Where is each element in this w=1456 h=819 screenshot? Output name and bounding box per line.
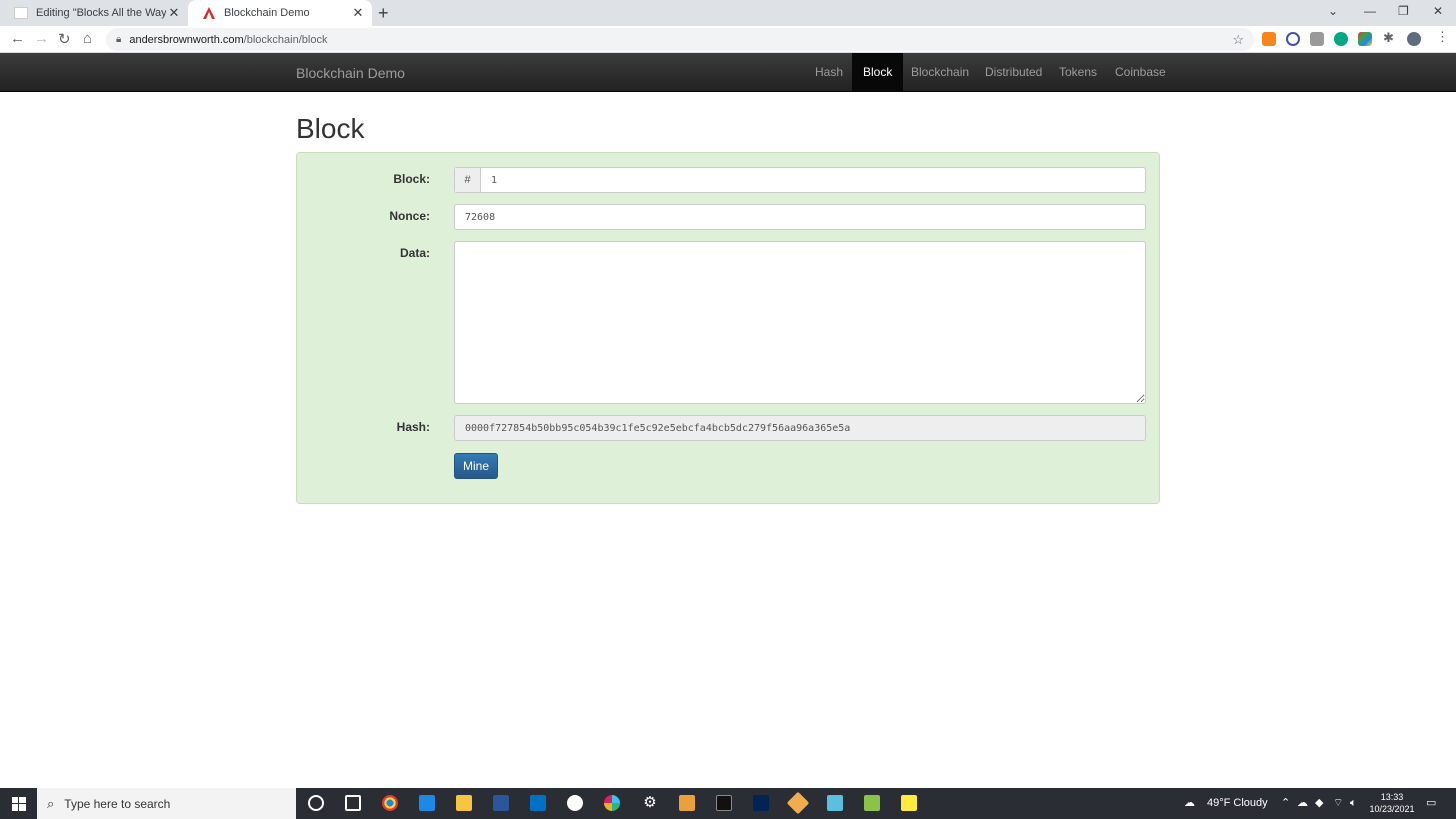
git-icon[interactable] — [786, 791, 810, 815]
app-icon[interactable] — [827, 795, 843, 811]
site-navbar: Blockchain Demo Hash Block Blockchain Di… — [0, 53, 1456, 92]
notifications-icon[interactable]: ▭ — [1426, 788, 1436, 819]
data-label: Data: — [399, 246, 430, 260]
home-icon[interactable]: ⌂ — [83, 30, 92, 47]
lock-icon[interactable]: 🔒︎ — [116, 34, 121, 45]
address-bar[interactable]: 🔒︎ andersbrownworth.com/blockchain/block… — [106, 28, 1254, 51]
sticky-notes-icon[interactable] — [901, 795, 917, 811]
windows-taskbar: ⌕ Type here to search ⚙ ☁ 49°F Cloudy ⌃ … — [0, 788, 1456, 819]
nav-block[interactable]: Block — [852, 53, 904, 91]
hash-value: 0000f727854b50bb95c054b39c1fe5c92e5ebcfa… — [465, 422, 851, 434]
kebab-menu-icon[interactable]: ⋮ — [1436, 29, 1450, 44]
powershell-icon[interactable] — [753, 795, 769, 811]
system-clock[interactable]: 13:33 10/23/2021 — [1366, 791, 1418, 815]
nonce-value: 72608 — [465, 211, 496, 223]
chevron-up-icon[interactable]: ⌃ — [1281, 788, 1290, 819]
browser-toolbar: ← → ↻ ⌂ 🔒︎ andersbrownworth.com/blockcha… — [0, 26, 1456, 53]
nav-hash[interactable]: Hash — [804, 53, 854, 91]
close-icon[interactable]: ✕ — [350, 5, 366, 21]
onedrive-icon[interactable]: ☁ — [1297, 788, 1308, 819]
outlook-icon[interactable] — [530, 795, 546, 811]
cloud-weather-icon: ☁ — [1184, 797, 1195, 809]
app-icon[interactable] — [679, 795, 695, 811]
document-icon — [14, 7, 28, 19]
block-label: Block: — [393, 172, 430, 186]
vscode-icon[interactable] — [419, 795, 435, 811]
search-icon: ⌕ — [47, 795, 55, 811]
extension-icon[interactable] — [1334, 32, 1348, 46]
close-window-icon[interactable]: ✕ — [1433, 4, 1443, 18]
puzzle-extensions-icon[interactable]: ✱ — [1383, 30, 1397, 45]
bookmark-star-icon[interactable]: ☆ — [1232, 32, 1244, 48]
word-icon[interactable] — [493, 795, 509, 811]
browser-tab-strip: Editing "Blocks All the Way Down" ✕ Bloc… — [0, 0, 1456, 26]
hash-output[interactable]: 0000f727854b50bb95c054b39c1fe5c92e5ebcfa… — [454, 415, 1146, 441]
settings-gear-icon[interactable]: ⚙ — [642, 795, 658, 811]
chevron-down-icon[interactable]: ⌄ — [1328, 4, 1338, 18]
forward-arrow-icon[interactable]: → — [34, 30, 49, 47]
nonce-label: Nonce: — [389, 209, 430, 223]
wifi-icon[interactable]: ⌔ — [1333, 788, 1343, 819]
page-title: Block — [296, 113, 365, 144]
extension-icon[interactable] — [1358, 32, 1372, 46]
weather-text[interactable]: 49°F Cloudy — [1207, 788, 1268, 819]
app-icon[interactable] — [567, 795, 583, 811]
volume-icon[interactable]: 🔈︎ — [1350, 788, 1357, 819]
windows-logo-icon — [11, 796, 26, 811]
nonce-input[interactable]: 72608 — [454, 204, 1146, 230]
cortana-icon[interactable] — [308, 795, 324, 811]
block-number-input[interactable]: # 1 — [454, 167, 1146, 193]
minimize-icon[interactable]: — — [1364, 4, 1376, 18]
url-path: /blockchain/block — [243, 33, 328, 46]
new-tab-plus-icon[interactable]: + — [378, 3, 389, 24]
search-placeholder: Type here to search — [64, 796, 171, 811]
block-number-value: 1 — [491, 174, 498, 186]
site-brand[interactable]: Blockchain Demo — [296, 65, 405, 81]
taskbar-search-input[interactable]: ⌕ Type here to search — [37, 788, 296, 819]
clock-time: 13:33 — [1380, 792, 1404, 802]
hash-sign-addon: # — [455, 168, 481, 192]
hash-label: Hash: — [396, 420, 430, 434]
browser-tab-blockchain-demo[interactable]: Blockchain Demo ✕ — [188, 0, 372, 26]
tab-title: Blockchain Demo — [224, 7, 310, 19]
nav-blockchain[interactable]: Blockchain — [900, 53, 980, 91]
data-textarea[interactable] — [454, 241, 1146, 404]
anders-logo-icon — [203, 7, 215, 19]
nav-distributed[interactable]: Distributed — [974, 53, 1053, 91]
avatar[interactable] — [1407, 32, 1421, 46]
dropbox-icon[interactable]: ◆ — [1315, 788, 1323, 819]
chrome-icon[interactable] — [382, 795, 398, 811]
metamask-extension-icon[interactable] — [1262, 32, 1276, 46]
slack-icon[interactable] — [604, 795, 620, 811]
notepad-icon[interactable] — [864, 795, 880, 811]
nav-tokens[interactable]: Tokens — [1048, 53, 1108, 91]
windows-start-button[interactable] — [0, 788, 37, 819]
back-arrow-icon[interactable]: ← — [10, 30, 25, 47]
reload-icon[interactable]: ↻ — [58, 30, 71, 48]
block-card: Block: # 1 Nonce: 72608 Data: Hash: 0000… — [296, 152, 1160, 504]
nav-coinbase[interactable]: Coinbase — [1104, 53, 1177, 91]
terminal-icon[interactable] — [716, 795, 732, 811]
file-explorer-icon[interactable] — [456, 795, 472, 811]
extension-icon[interactable] — [1286, 32, 1300, 46]
task-view-icon[interactable] — [345, 795, 361, 811]
restore-icon[interactable]: ❐ — [1398, 4, 1409, 18]
extension-icon[interactable] — [1310, 32, 1324, 46]
close-icon[interactable]: ✕ — [166, 5, 182, 21]
tab-title: Editing "Blocks All the Way Down" — [36, 7, 166, 19]
mine-button[interactable]: Mine — [454, 453, 498, 479]
browser-tab-editing[interactable]: Editing "Blocks All the Way Down" ✕ — [0, 0, 188, 26]
clock-date: 10/23/2021 — [1369, 804, 1415, 814]
url-host: andersbrownworth.com — [129, 33, 244, 46]
